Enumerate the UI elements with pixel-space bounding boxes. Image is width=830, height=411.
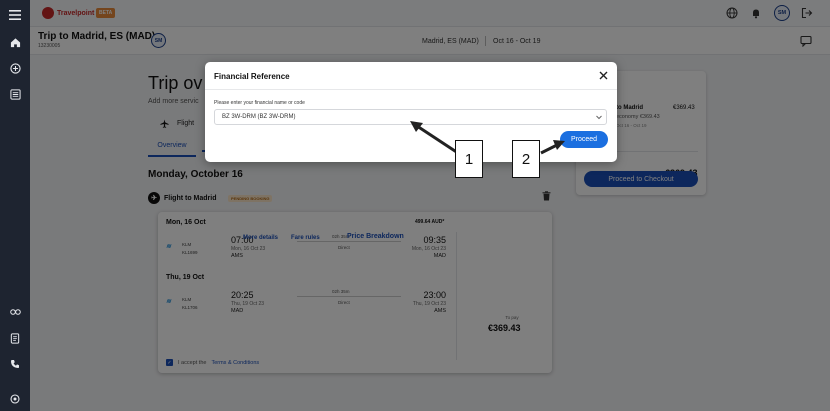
- menu-icon[interactable]: [7, 7, 23, 23]
- financial-reference-dialog: Financial Reference Please enter your fi…: [205, 62, 617, 162]
- phone-icon[interactable]: [7, 356, 23, 372]
- left-nav-rail: [0, 0, 30, 411]
- link-icon[interactable]: [7, 304, 23, 320]
- callout-2: 2: [512, 140, 540, 178]
- list-icon[interactable]: [7, 86, 23, 102]
- divider: [205, 89, 617, 90]
- proceed-button[interactable]: Proceed: [560, 131, 608, 148]
- settings-icon[interactable]: [7, 391, 23, 407]
- document-icon[interactable]: [7, 330, 23, 346]
- add-circle-icon[interactable]: [7, 60, 23, 76]
- home-icon[interactable]: [7, 34, 23, 50]
- callout-1: 1: [455, 140, 483, 178]
- financial-reference-select[interactable]: BZ 3W-DRM (BZ 3W-DRM): [214, 109, 607, 125]
- financial-reference-label: Please enter your financial name or code: [214, 100, 305, 106]
- chevron-down-icon: [595, 113, 603, 121]
- select-value: BZ 3W-DRM (BZ 3W-DRM): [222, 114, 296, 120]
- dialog-title: Financial Reference: [214, 72, 290, 81]
- close-icon[interactable]: [598, 70, 609, 81]
